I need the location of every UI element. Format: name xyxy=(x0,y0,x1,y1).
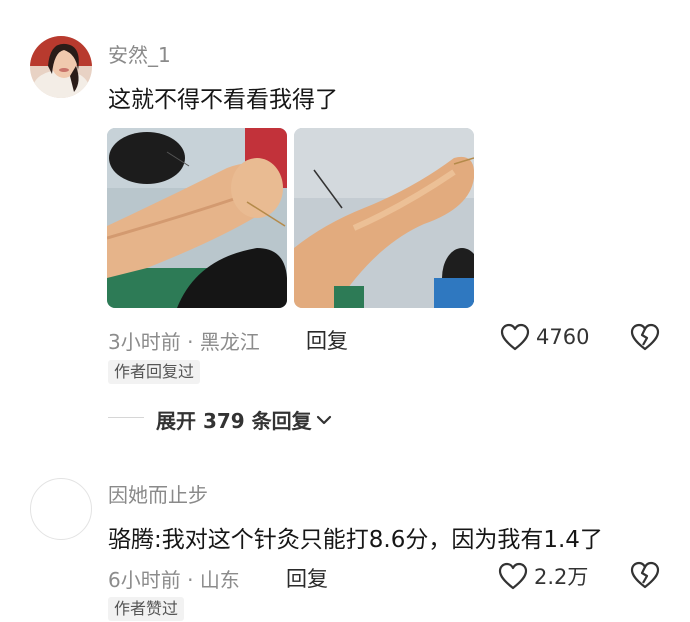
comment-time: 3小时前 xyxy=(108,330,181,354)
expand-replies-button[interactable]: 展开 379 条回复 xyxy=(156,405,332,434)
like-count: 2.2万 xyxy=(534,565,589,589)
expand-replies-label: 展开 379 条回复 xyxy=(156,409,312,433)
avatar[interactable] xyxy=(30,478,92,540)
heart-outline-icon xyxy=(498,562,528,590)
meta-separator: · xyxy=(180,568,200,592)
meta-separator: · xyxy=(180,330,200,354)
comment-meta: 3小时前 · 黑龙江 xyxy=(108,326,260,355)
avatar[interactable] xyxy=(30,36,92,98)
broken-heart-icon[interactable] xyxy=(630,323,660,351)
comment-location: 山东 xyxy=(199,568,240,592)
chevron-down-icon xyxy=(316,415,331,424)
comment-text: 这就不得不看看我得了 xyxy=(108,87,338,113)
heart-outline-icon xyxy=(500,323,530,351)
comment-meta: 6小时前 · 山东 xyxy=(108,564,240,593)
reply-button[interactable]: 回复 xyxy=(286,563,328,593)
comment-location: 黑龙江 xyxy=(199,330,260,354)
reply-button[interactable]: 回复 xyxy=(306,325,348,355)
comment-photo-1[interactable] xyxy=(107,128,287,308)
author-replied-badge: 作者回复过 xyxy=(108,360,201,384)
divider xyxy=(108,417,144,418)
like-button[interactable]: 4760 xyxy=(500,323,589,351)
comment-text: 骆腾:我对这个针灸只能打8.6分，因为我有1.4了 xyxy=(108,527,603,553)
comment-username[interactable]: 安然_1 xyxy=(108,39,171,68)
comment-time: 6小时前 xyxy=(108,568,181,592)
comment-username[interactable]: 因她而止步 xyxy=(108,479,208,508)
like-count: 4760 xyxy=(536,325,590,349)
like-button[interactable]: 2.2万 xyxy=(498,561,588,591)
comment-photo-2[interactable] xyxy=(294,128,474,308)
broken-heart-icon[interactable] xyxy=(630,561,660,589)
author-liked-badge: 作者赞过 xyxy=(108,597,185,621)
